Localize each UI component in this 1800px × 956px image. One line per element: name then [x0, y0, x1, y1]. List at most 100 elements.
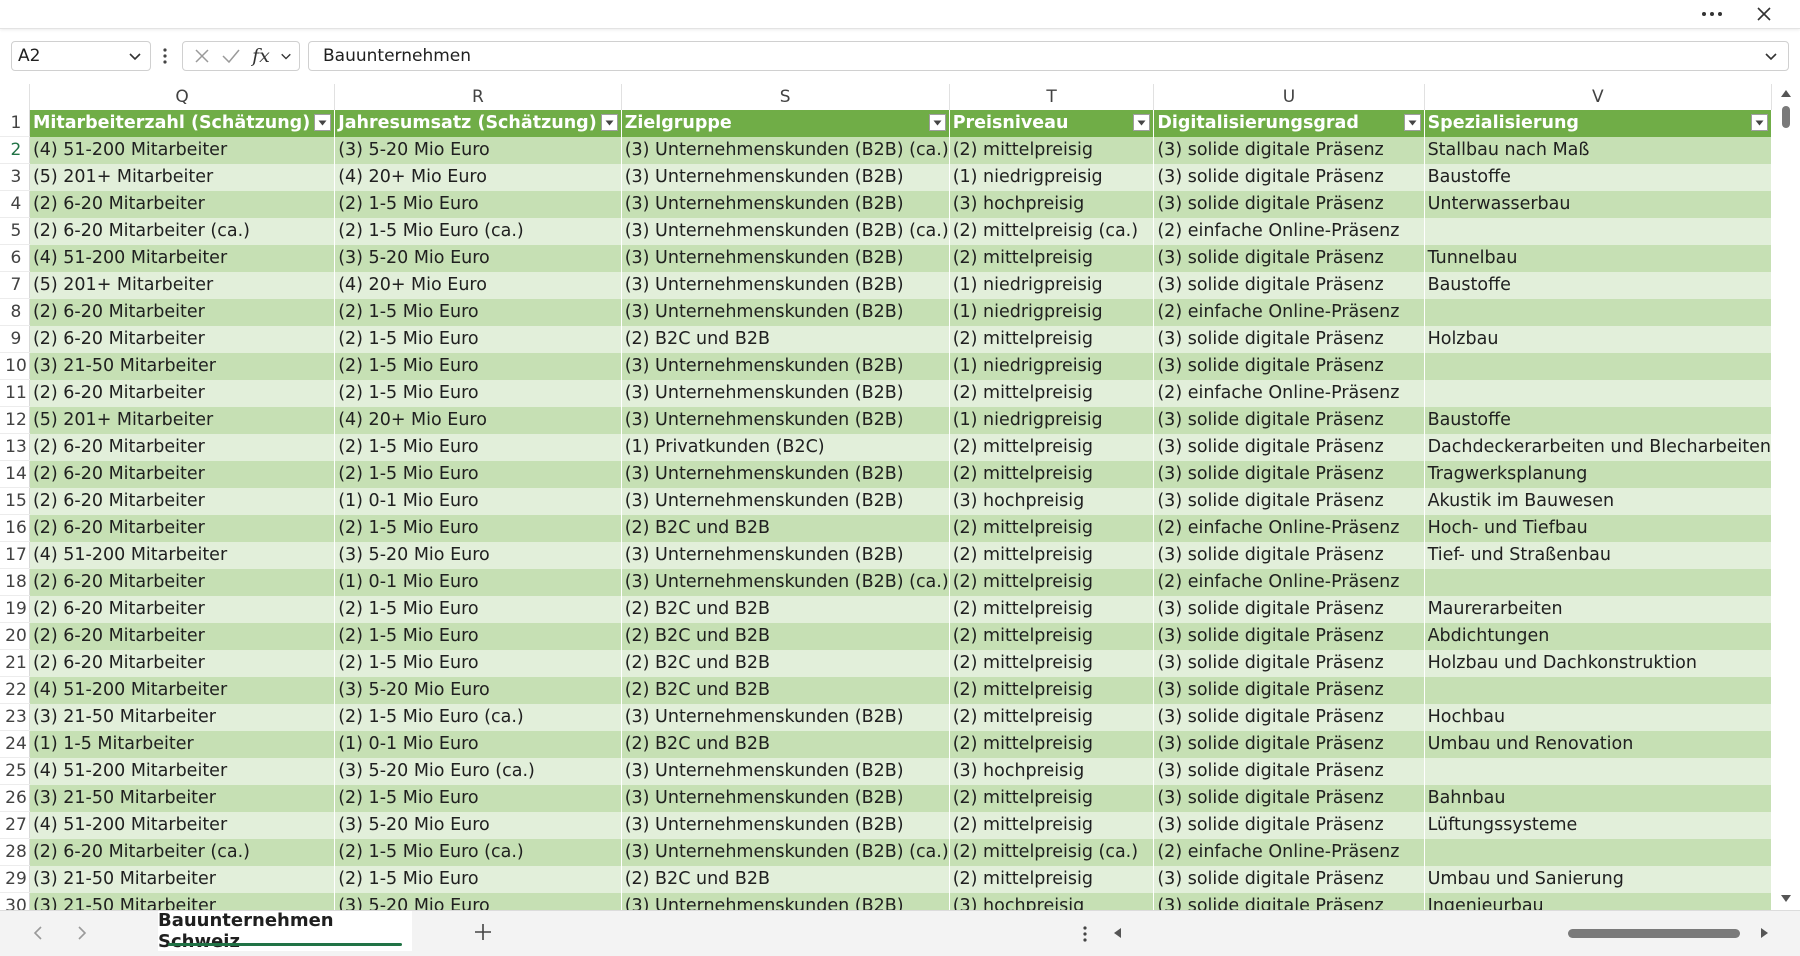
- cell[interactable]: (3) Unternehmenskunden (B2B): [621, 784, 950, 812]
- cell[interactable]: (3) solide digitale Präsenz: [1153, 163, 1425, 191]
- row-header[interactable]: 24: [0, 730, 30, 758]
- cell[interactable]: (3) solide digitale Präsenz: [1153, 460, 1425, 488]
- cell[interactable]: (3) Unternehmenskunden (B2B): [621, 406, 950, 434]
- cell[interactable]: (2) mittelpreisig: [949, 595, 1155, 623]
- row-header[interactable]: 23: [0, 703, 30, 731]
- header-cell[interactable]: Zielgruppe: [621, 110, 950, 137]
- cell[interactable]: Bahnbau: [1424, 784, 1772, 812]
- previous-sheet-icon[interactable]: [28, 923, 48, 943]
- column-header[interactable]: T: [949, 84, 1155, 110]
- row-header[interactable]: 19: [0, 595, 30, 623]
- cell[interactable]: Umbau und Renovation: [1424, 730, 1772, 758]
- cell[interactable]: Stallbau nach Maß: [1424, 136, 1772, 164]
- cell[interactable]: (3) solide digitale Präsenz: [1153, 433, 1425, 461]
- cell[interactable]: (3) Unternehmenskunden (B2B) (ca.): [621, 568, 950, 596]
- cell[interactable]: Unterwasserbau: [1424, 190, 1772, 218]
- cell[interactable]: Maurerarbeiten: [1424, 595, 1772, 623]
- cell[interactable]: (3) 5-20 Mio Euro: [334, 136, 622, 164]
- header-cell[interactable]: Preisniveau: [949, 110, 1155, 137]
- row-header[interactable]: 14: [0, 460, 30, 488]
- column-header[interactable]: S: [621, 84, 950, 110]
- cell[interactable]: (3) solide digitale Präsenz: [1153, 136, 1425, 164]
- column-header[interactable]: V: [1424, 84, 1772, 110]
- cell[interactable]: (2) B2C und B2B: [621, 676, 950, 704]
- cell[interactable]: (3) 5-20 Mio Euro: [334, 541, 622, 569]
- formula-bar-options-icon[interactable]: [160, 45, 170, 67]
- row-header[interactable]: 28: [0, 838, 30, 866]
- filter-dropdown-icon[interactable]: [928, 114, 946, 131]
- header-cell[interactable]: Jahresumsatz (Schätzung): [334, 110, 622, 137]
- insert-function-icon[interactable]: fx: [247, 45, 275, 67]
- cell[interactable]: (3) Unternehmenskunden (B2B): [621, 541, 950, 569]
- cell[interactable]: [1424, 757, 1772, 785]
- cell[interactable]: Holzbau und Dachkonstruktion: [1424, 649, 1772, 677]
- cell[interactable]: (2) mittelpreisig: [949, 460, 1155, 488]
- cell[interactable]: Dachdeckerarbeiten und Blecharbeiten: [1424, 433, 1772, 461]
- cell[interactable]: (3) 5-20 Mio Euro: [334, 676, 622, 704]
- cell[interactable]: [1424, 352, 1772, 380]
- cell[interactable]: (3) solide digitale Präsenz: [1153, 784, 1425, 812]
- cell[interactable]: (3) solide digitale Präsenz: [1153, 757, 1425, 785]
- cell[interactable]: (2) mittelpreisig (ca.): [949, 838, 1155, 866]
- cell[interactable]: (3) 21-50 Mitarbeiter: [29, 703, 336, 731]
- cell[interactable]: [1424, 676, 1772, 704]
- cell[interactable]: (2) 1-5 Mio Euro: [334, 595, 622, 623]
- cell[interactable]: (2) 1-5 Mio Euro: [334, 460, 622, 488]
- row-header[interactable]: 7: [0, 271, 30, 299]
- row-header[interactable]: 20: [0, 622, 30, 650]
- cell[interactable]: (4) 51-200 Mitarbeiter: [29, 541, 336, 569]
- add-sheet-icon[interactable]: [470, 919, 496, 945]
- filter-dropdown-icon[interactable]: [600, 114, 618, 131]
- cell[interactable]: Holzbau: [1424, 325, 1772, 353]
- spreadsheet-grid[interactable]: QRSTUV 1 Mitarbeiterzahl (Schätzung) Jahr…: [0, 84, 1772, 910]
- column-header[interactable]: Q: [29, 84, 336, 110]
- cell[interactable]: (2) mittelpreisig: [949, 865, 1155, 893]
- cell[interactable]: (3) Unternehmenskunden (B2B) (ca.): [621, 217, 950, 245]
- cell[interactable]: (4) 51-200 Mitarbeiter: [29, 244, 336, 272]
- cell[interactable]: (2) 6-20 Mitarbeiter: [29, 190, 336, 218]
- cell[interactable]: (3) Unternehmenskunden (B2B): [621, 487, 950, 515]
- row-header[interactable]: 27: [0, 811, 30, 839]
- cell[interactable]: (3) 5-20 Mio Euro: [334, 892, 622, 910]
- cell[interactable]: Hoch- und Tiefbau: [1424, 514, 1772, 542]
- row-header[interactable]: 1: [0, 110, 30, 137]
- row-header[interactable]: 17: [0, 541, 30, 569]
- cell[interactable]: (2) 1-5 Mio Euro: [334, 325, 622, 353]
- row-header[interactable]: 3: [0, 163, 30, 191]
- scroll-up-icon[interactable]: [1780, 88, 1792, 98]
- cell[interactable]: (2) B2C und B2B: [621, 865, 950, 893]
- cell[interactable]: (2) 1-5 Mio Euro: [334, 784, 622, 812]
- row-header[interactable]: 9: [0, 325, 30, 353]
- cell[interactable]: (1) 1-5 Mitarbeiter: [29, 730, 336, 758]
- cell[interactable]: (3) solide digitale Präsenz: [1153, 541, 1425, 569]
- cell[interactable]: (3) Unternehmenskunden (B2B): [621, 379, 950, 407]
- cell[interactable]: (3) Unternehmenskunden (B2B) (ca.): [621, 838, 950, 866]
- row-header[interactable]: 30: [0, 892, 30, 910]
- cell[interactable]: (2) B2C und B2B: [621, 622, 950, 650]
- cell[interactable]: (3) Unternehmenskunden (B2B): [621, 298, 950, 326]
- cell[interactable]: (2) mittelpreisig: [949, 325, 1155, 353]
- row-header[interactable]: 13: [0, 433, 30, 461]
- cell[interactable]: (2) B2C und B2B: [621, 649, 950, 677]
- cell[interactable]: (3) 21-50 Mitarbeiter: [29, 352, 336, 380]
- column-header[interactable]: U: [1153, 84, 1425, 110]
- cell[interactable]: (5) 201+ Mitarbeiter: [29, 271, 336, 299]
- cell[interactable]: (2) mittelpreisig: [949, 514, 1155, 542]
- function-chevron-icon[interactable]: [277, 46, 295, 66]
- cell[interactable]: (1) 0-1 Mio Euro: [334, 487, 622, 515]
- cell[interactable]: Abdichtungen: [1424, 622, 1772, 650]
- cell[interactable]: (2) 1-5 Mio Euro: [334, 865, 622, 893]
- cell[interactable]: (3) hochpreisig: [949, 487, 1155, 515]
- cell[interactable]: (1) niedrigpreisig: [949, 271, 1155, 299]
- cell[interactable]: (3) 21-50 Mitarbeiter: [29, 784, 336, 812]
- cell[interactable]: (2) einfache Online-Präsenz: [1153, 514, 1425, 542]
- cell[interactable]: [1424, 379, 1772, 407]
- cell[interactable]: (3) solide digitale Präsenz: [1153, 649, 1425, 677]
- cell[interactable]: (2) einfache Online-Präsenz: [1153, 838, 1425, 866]
- cell[interactable]: (3) Unternehmenskunden (B2B): [621, 757, 950, 785]
- cell[interactable]: (2) einfache Online-Präsenz: [1153, 298, 1425, 326]
- cell[interactable]: Baustoffe: [1424, 163, 1772, 191]
- cell[interactable]: [1424, 838, 1772, 866]
- select-all-corner[interactable]: [0, 84, 30, 110]
- row-header[interactable]: 4: [0, 190, 30, 218]
